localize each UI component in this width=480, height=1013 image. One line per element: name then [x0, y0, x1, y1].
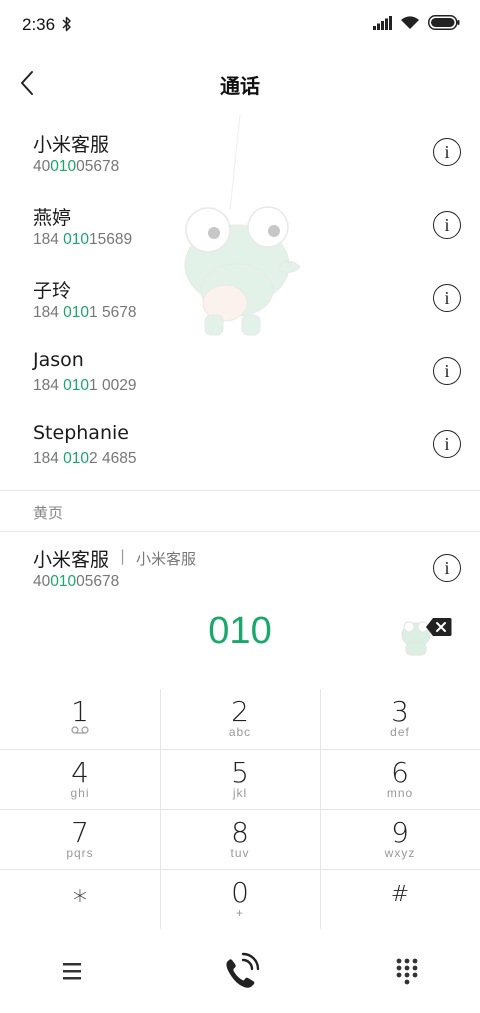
yellow-pages-number: 4001005678 [33, 573, 120, 590]
key-star[interactable]: * [0, 870, 160, 930]
yellow-pages-name: 小米客服 [33, 549, 110, 571]
contact-row[interactable]: 小米客服 4001005678 i [0, 110, 480, 183]
status-time: 2:36 [22, 15, 56, 34]
contact-number: 184 0101 0029 [33, 377, 137, 394]
contact-name: 燕婷 [33, 207, 72, 229]
menu-icon[interactable] [60, 961, 86, 983]
key-1[interactable]: 1 [0, 689, 160, 749]
contact-number: 184 0102 4685 [33, 450, 137, 467]
battery-icon [428, 15, 460, 30]
contact-number: 184 01015689 [33, 231, 133, 248]
voicemail-icon [71, 726, 89, 734]
contact-number: 184 0101 5678 [33, 304, 137, 321]
bottom-bar [0, 935, 480, 1013]
key-5[interactable]: 5 jkl [160, 750, 320, 810]
key-7[interactable]: 7 pqrs [0, 810, 160, 870]
info-icon[interactable]: i [433, 211, 461, 239]
contact-number: 4001005678 [33, 158, 120, 175]
separator: | [120, 547, 126, 565]
status-bar: 2:36 [0, 0, 480, 52]
contact-row[interactable]: 子玲 184 0101 5678 i [0, 256, 480, 329]
key-6[interactable]: 6 mno [320, 750, 480, 810]
contact-row[interactable]: Stephanie 184 0102 4685 i [0, 402, 480, 475]
contact-list: 小米客服 4001005678 i 燕婷 184 01015689 i 子玲 1… [0, 110, 480, 475]
backspace-icon[interactable] [425, 617, 452, 637]
yellow-pages-row[interactable]: 小米客服 | 小米客服 4001005678 i [0, 532, 480, 602]
key-0[interactable]: 0 + [160, 870, 320, 930]
call-icon[interactable] [218, 950, 262, 994]
contact-row[interactable]: 燕婷 184 01015689 i [0, 183, 480, 256]
signal-icon [373, 15, 392, 30]
key-8[interactable]: 8 tuv [160, 810, 320, 870]
key-4[interactable]: 4 ghi [0, 750, 160, 810]
dialpad: 1 2 abc 3 def 4 ghi 5 jkl 6 mno 7 pqrs 8… [0, 689, 480, 931]
header: 通话 [0, 58, 480, 110]
info-icon[interactable]: i [433, 430, 461, 458]
page-title: 通话 [220, 74, 260, 98]
contact-name: Jason [33, 349, 84, 371]
key-hash[interactable]: # [320, 870, 480, 930]
info-icon[interactable]: i [433, 554, 461, 582]
key-3[interactable]: 3 def [320, 689, 480, 749]
info-icon[interactable]: i [433, 138, 461, 166]
bluetooth-icon [62, 16, 71, 32]
wifi-icon [401, 16, 419, 29]
divider [0, 490, 480, 491]
key-9[interactable]: 9 wxyz [320, 810, 480, 870]
section-label-yellow-pages: 黄页 [33, 504, 64, 522]
yellow-pages-tag: 小米客服 [136, 550, 197, 568]
contact-name: 小米客服 [33, 134, 110, 156]
contact-name: 子玲 [33, 280, 72, 302]
contact-name: Stephanie [33, 422, 129, 444]
info-icon[interactable]: i [433, 284, 461, 312]
contact-row[interactable]: Jason 184 0101 0029 i [0, 329, 480, 402]
key-2[interactable]: 2 abc [160, 689, 320, 749]
dialpad-icon[interactable] [394, 957, 420, 987]
info-icon[interactable]: i [433, 357, 461, 385]
